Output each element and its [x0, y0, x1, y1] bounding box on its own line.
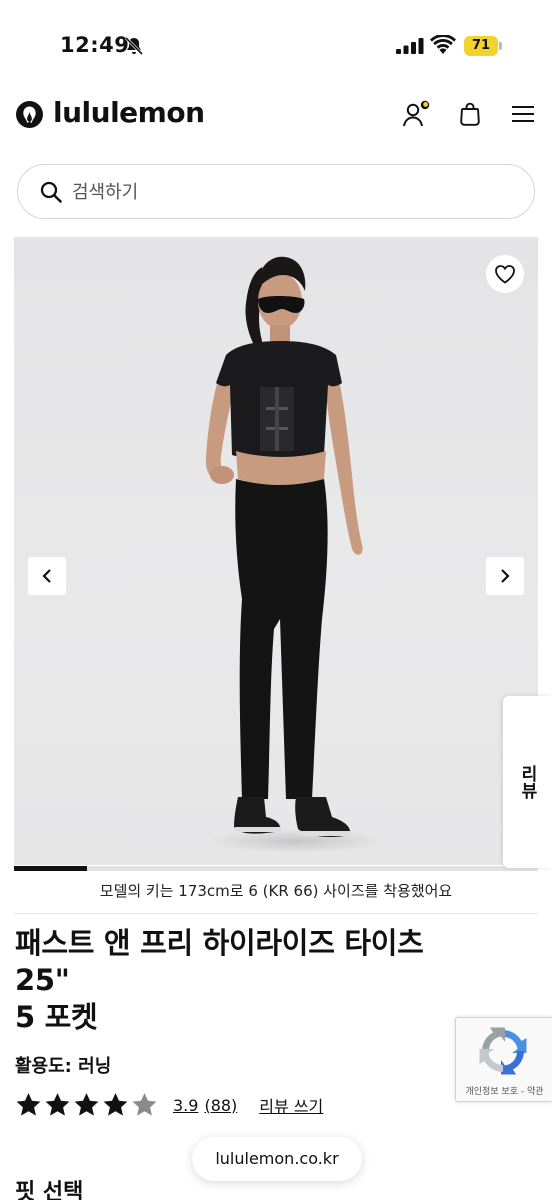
rating-value[interactable]: 3.9: [173, 1096, 198, 1115]
product-activity: 활용도: 러닝: [15, 1056, 112, 1077]
rating-count[interactable]: (88): [204, 1096, 237, 1115]
recaptcha-badge[interactable]: 개인정보 보호 - 약관: [455, 1017, 552, 1102]
status-time: 12:49: [60, 33, 130, 57]
recaptcha-icon: [479, 1027, 527, 1075]
write-review-link[interactable]: 리뷰 쓰기: [259, 1093, 323, 1117]
battery-level: 71: [464, 36, 498, 56]
account-icon[interactable]: [400, 100, 432, 128]
site-header: lululemon: [0, 90, 552, 140]
shopping-bag-icon[interactable]: [459, 102, 481, 126]
brand-wordmark[interactable]: lululemon: [53, 96, 205, 129]
product-title-line3: 5 포켓: [15, 1000, 98, 1034]
gallery-progress-fill: [14, 866, 88, 871]
product-title-line2: 25": [15, 963, 70, 997]
fit-select-heading: 핏 선택: [15, 1180, 84, 1200]
chevron-right-icon: [501, 569, 510, 583]
star-empty-icon: [132, 1093, 157, 1116]
battery-tip: [499, 42, 502, 50]
star-filled-icon: [16, 1093, 41, 1116]
menu-icon[interactable]: [512, 105, 534, 123]
wishlist-button[interactable]: [486, 255, 524, 293]
lululemon-logo-icon[interactable]: [16, 101, 43, 128]
status-bar: 12:49 71: [0, 0, 552, 90]
search-box[interactable]: [17, 164, 535, 219]
star-filled-icon: [45, 1093, 70, 1116]
reviews-side-tab[interactable]: 리뷰: [503, 696, 552, 868]
chevron-left-icon: [42, 569, 51, 583]
wifi-icon: [430, 35, 456, 54]
gallery-progress-track: [14, 866, 538, 871]
bell-slash-icon: [124, 36, 144, 56]
battery-indicator: 71: [464, 36, 502, 56]
cellular-signal-icon: [396, 38, 424, 54]
search-input[interactable]: [72, 175, 512, 209]
model-size-note: 모델의 키는 173cm로 6 (KR 66) 사이즈를 착용했어요: [99, 882, 453, 900]
product-photo: [205, 256, 386, 853]
reviews-tab-label: 리뷰: [517, 765, 537, 799]
gallery-prev-button[interactable]: [28, 557, 66, 595]
recaptcha-privacy-terms[interactable]: 개인정보 보호 - 약관: [458, 1084, 551, 1097]
product-title: 패스트 앤 프리 하이라이즈 타이츠 25" 5 포켓: [15, 925, 485, 1036]
star-filled-icon: [103, 1093, 128, 1116]
browser-url-bar[interactable]: lululemon.co.kr: [192, 1137, 362, 1181]
product-gallery[interactable]: [14, 237, 538, 865]
rating-stars[interactable]: [14, 1091, 159, 1119]
gallery-next-button[interactable]: [486, 557, 524, 595]
star-filled-icon: [74, 1093, 99, 1116]
rating-row: 3.9 (88) 리뷰 쓰기: [14, 1089, 323, 1121]
heart-icon: [495, 265, 515, 284]
product-title-line1: 패스트 앤 프리 하이라이즈 타이츠: [15, 926, 424, 960]
search-icon: [40, 181, 62, 203]
divider: [14, 913, 538, 914]
